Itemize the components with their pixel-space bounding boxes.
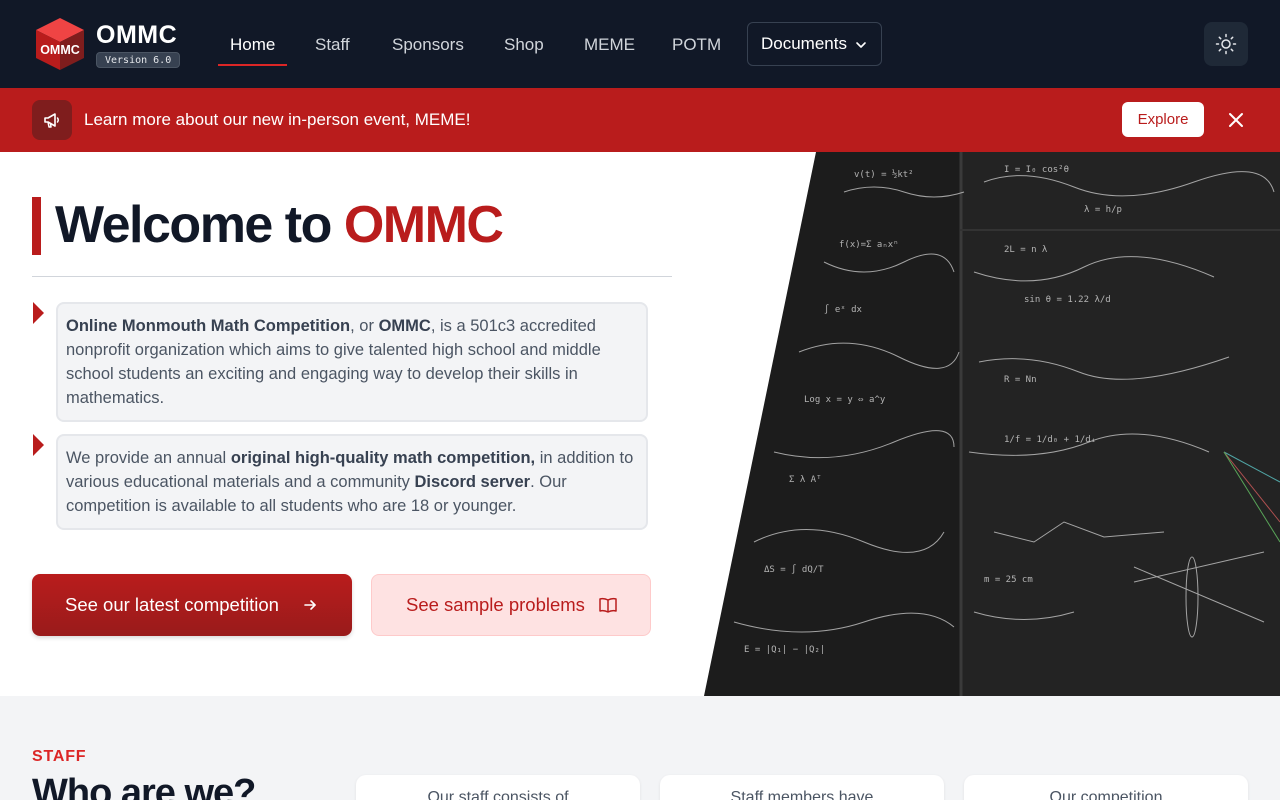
banner-text: Learn more about our new in-person event…: [84, 110, 471, 129]
announcement-banner: Learn more about our new in-person event…: [0, 88, 1280, 152]
staff-card: Our competition: [964, 775, 1248, 800]
svg-text:R = Nn: R = Nn: [1004, 375, 1037, 385]
org-fullname: Online Monmouth Math Competition: [66, 317, 351, 335]
explore-button[interactable]: Explore: [1122, 102, 1204, 137]
title-accent-bar: [32, 197, 41, 255]
logo-text: OMMC: [40, 43, 80, 57]
ommc-logo[interactable]: OMMC: [36, 18, 84, 70]
section-eyebrow: STAFF: [32, 748, 87, 765]
nav-potm[interactable]: POTM: [672, 34, 721, 56]
close-icon: [1229, 113, 1243, 127]
card-bold: original high-quality math competition,: [230, 449, 536, 467]
nav-shop[interactable]: Shop: [504, 34, 544, 56]
svg-text:λ = h/p: λ = h/p: [1084, 205, 1122, 215]
intro-card: Online Monmouth Math Competition, or OMM…: [56, 302, 648, 422]
latest-competition-label: See our latest competition: [65, 594, 279, 615]
svg-text:f(x)=Σ aₙxⁿ: f(x)=Σ aₙxⁿ: [839, 240, 899, 250]
chevron-down-icon: [856, 42, 866, 48]
svg-text:m = 25 cm: m = 25 cm: [984, 575, 1033, 585]
chalkboard-image: v(t) = ½kt² f(x)=Σ aₙxⁿ ∫ eˣ dx Log x = …: [704, 152, 1280, 696]
documents-dropdown[interactable]: Documents: [747, 22, 882, 66]
offer-card: We provide an annual original high-quali…: [56, 434, 648, 530]
svg-text:sin θ = 1.22 λ/d: sin θ = 1.22 λ/d: [1024, 295, 1111, 305]
banner-icon-box: [32, 100, 72, 140]
svg-text:1/f = 1/d₀ + 1/dᵢ: 1/f = 1/d₀ + 1/dᵢ: [1004, 435, 1096, 445]
top-navbar: OMMC OMMC Version 6.0 Home Staff Sponsor…: [0, 0, 1280, 88]
megaphone-icon: [44, 113, 59, 128]
title-accent: OMMC: [343, 196, 504, 254]
sun-icon: [1215, 33, 1237, 55]
sample-problems-label: See sample problems: [406, 594, 585, 615]
nav-meme[interactable]: MEME: [584, 34, 635, 56]
bullet-triangle-icon: [33, 434, 44, 456]
brand-name[interactable]: OMMC: [96, 21, 177, 50]
svg-text:∫ eˣ dx: ∫ eˣ dx: [824, 304, 863, 315]
svg-text:Σ λ Aᵀ: Σ λ Aᵀ: [789, 475, 822, 485]
latest-competition-button[interactable]: See our latest competition: [32, 574, 352, 636]
book-open-icon: [599, 597, 617, 613]
documents-label: Documents: [761, 34, 847, 53]
staff-card: Staff members have: [660, 775, 944, 800]
logo-cube-icon: OMMC: [36, 18, 84, 70]
sample-problems-button[interactable]: See sample problems: [371, 574, 651, 636]
page-title: Welcome to OMMC: [55, 192, 504, 258]
svg-text:v(t) = ½kt²: v(t) = ½kt²: [854, 169, 914, 180]
svg-text:Log x = y ⇔ a^y: Log x = y ⇔ a^y: [804, 395, 886, 405]
nav-staff[interactable]: Staff: [315, 34, 350, 56]
title-divider: [32, 276, 672, 277]
theme-toggle-button[interactable]: [1204, 22, 1248, 66]
nav-sponsors[interactable]: Sponsors: [392, 34, 464, 56]
svg-text:E = |Q₁| − |Q₂|: E = |Q₁| − |Q₂|: [744, 645, 825, 655]
banner-close-button[interactable]: [1224, 108, 1248, 132]
version-badge: Version 6.0: [96, 52, 181, 68]
nav-active-underline: [218, 64, 287, 66]
svg-text:I = I₀ cos²θ: I = I₀ cos²θ: [1004, 165, 1069, 175]
discord-link[interactable]: Discord server: [415, 473, 531, 491]
bullet-triangle-icon: [33, 302, 44, 324]
org-short: OMMC: [378, 317, 431, 335]
section-heading: Who are we?: [32, 772, 256, 800]
card-text: We provide an annual: [66, 449, 231, 467]
staff-card: Our staff consists of: [356, 775, 640, 800]
card-text: , or: [350, 317, 379, 335]
title-prefix: Welcome to: [55, 196, 344, 254]
arrow-right-icon: [304, 600, 316, 610]
svg-text:ΔS = ∫ dQ/T: ΔS = ∫ dQ/T: [764, 564, 824, 575]
svg-text:2L = n λ: 2L = n λ: [1004, 245, 1048, 255]
nav-home[interactable]: Home: [230, 34, 275, 56]
